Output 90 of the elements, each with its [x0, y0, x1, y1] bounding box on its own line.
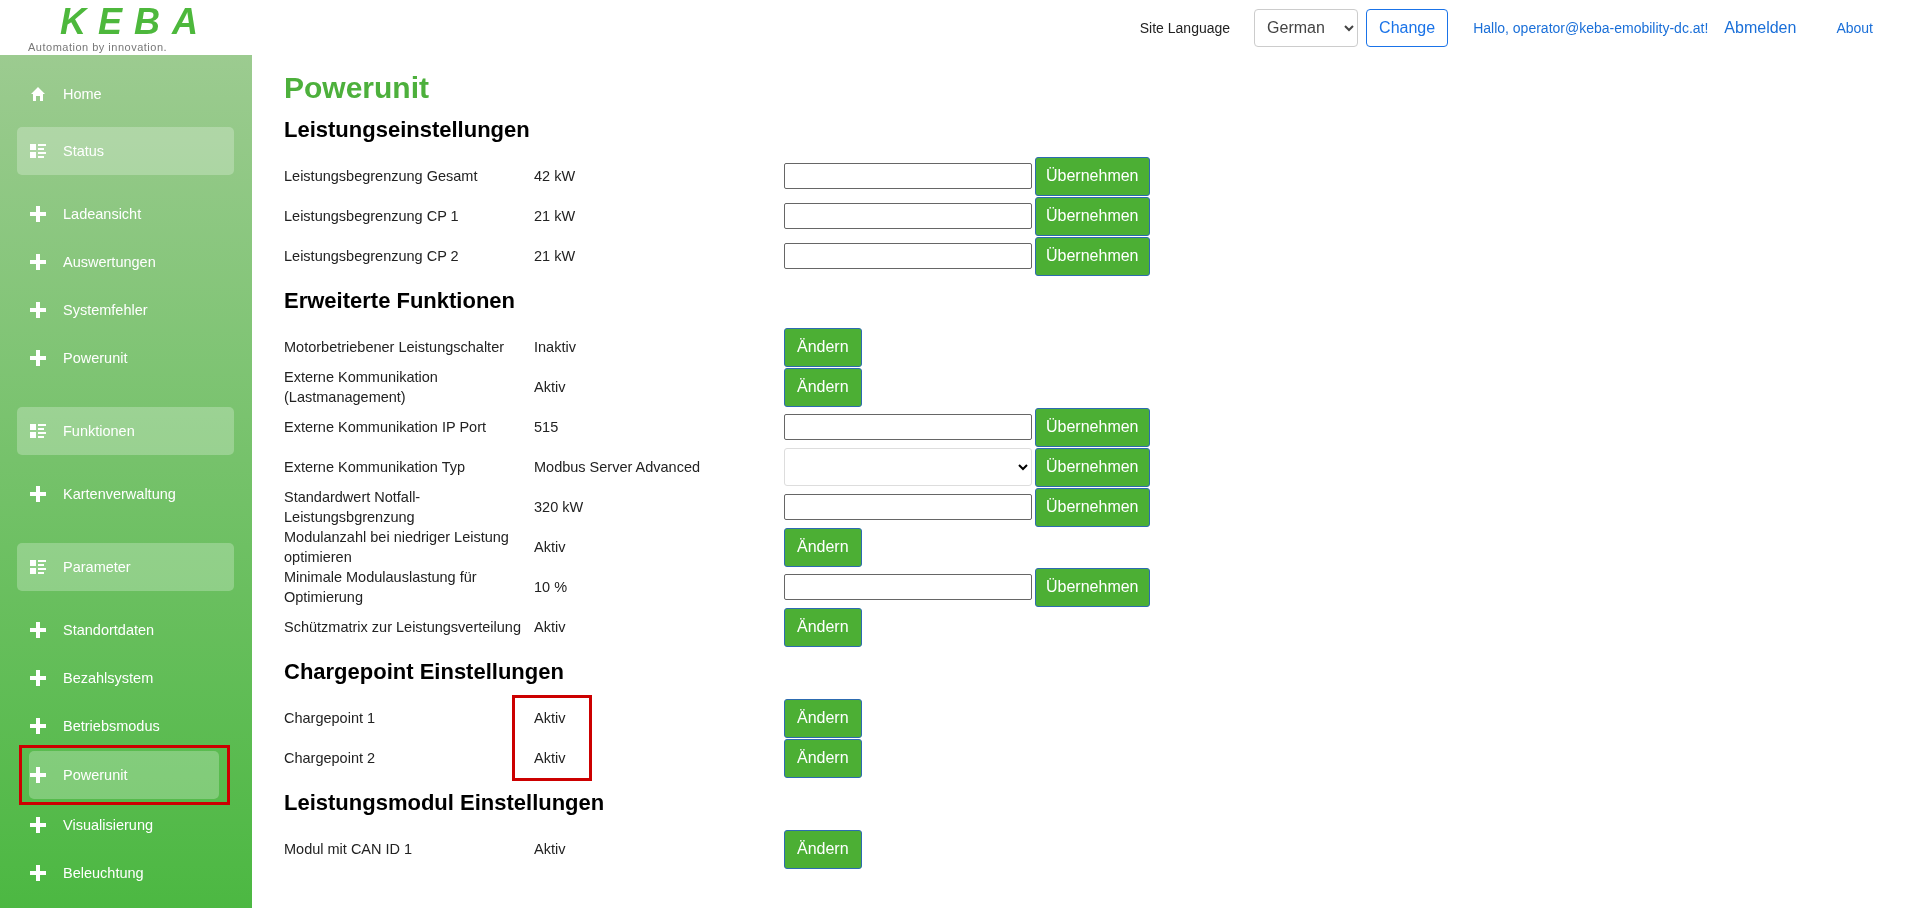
sidebar-item[interactable]: Powerunit: [22, 343, 227, 373]
sidebar-item[interactable]: Status: [17, 127, 234, 175]
plus-icon: [30, 767, 46, 783]
sidebar-item[interactable]: Beleuchtung: [22, 858, 227, 888]
apply-button[interactable]: Übernehmen: [1035, 447, 1150, 487]
plus-icon: [30, 350, 46, 366]
setting-value: 515: [534, 418, 560, 437]
change-button[interactable]: Change: [1366, 8, 1449, 47]
setting-value: Aktiv: [534, 538, 567, 557]
setting-value: 21 kW: [534, 247, 577, 266]
language-select[interactable]: German: [1254, 8, 1359, 47]
setting-value: 21 kW: [534, 207, 577, 226]
apply-button[interactable]: Übernehmen: [1035, 487, 1150, 527]
list-icon: [30, 559, 46, 575]
plus-icon: [30, 817, 46, 833]
change-button[interactable]: Ändern: [784, 738, 862, 778]
sidebar-item[interactable]: Standortdaten: [22, 615, 227, 645]
plus-icon: [30, 718, 46, 734]
greeting-link[interactable]: Hallo, operator@keba-emobility-dc.at!: [1473, 19, 1709, 36]
sidebar-item[interactable]: Visualisierung: [22, 810, 227, 840]
input-field[interactable]: [784, 163, 1032, 189]
plus-icon: [30, 254, 46, 270]
apply-button[interactable]: Übernehmen: [1035, 407, 1150, 447]
setting-label: Motorbetriebener Leistungschalter: [284, 338, 506, 357]
sidebar-item[interactable]: Auswertungen: [22, 247, 227, 277]
change-button[interactable]: Ändern: [784, 698, 862, 738]
sidebar-item[interactable]: Systemfehler: [22, 295, 227, 325]
setting-label: Schützmatrix zur Leistungsverteilung: [284, 618, 522, 637]
apply-button[interactable]: Übernehmen: [1035, 236, 1150, 276]
setting-value: 320 kW: [534, 498, 585, 517]
setting-label: Externe Kommunikation (Lastmanagement): [284, 368, 439, 407]
list-icon: [30, 143, 46, 159]
apply-button[interactable]: Übernehmen: [1035, 156, 1150, 196]
input-field[interactable]: [784, 574, 1032, 600]
change-button[interactable]: Ändern: [784, 527, 862, 567]
input-field[interactable]: [784, 414, 1032, 440]
setting-label: Leistungsbegrenzung CP 1: [284, 207, 460, 226]
apply-button[interactable]: Übernehmen: [1035, 567, 1150, 607]
section-heading: Chargepoint Einstellungen: [284, 659, 565, 685]
plus-icon: [30, 670, 46, 686]
setting-label: Chargepoint 2: [284, 749, 377, 768]
plus-icon: [30, 865, 46, 881]
plus-icon: [30, 486, 46, 502]
section-heading: Leistungsmodul Einstellungen: [284, 790, 606, 816]
logout-link[interactable]: Abmelden: [1724, 18, 1797, 37]
sidebar-item[interactable]: Funktionen: [17, 407, 234, 455]
change-button[interactable]: Ändern: [784, 607, 862, 647]
input-field[interactable]: [784, 243, 1032, 269]
sidebar-item[interactable]: Powerunit: [29, 751, 219, 799]
setting-value: 42 kW: [534, 167, 577, 186]
input-field[interactable]: [784, 494, 1032, 520]
setting-value: Modbus Server Advanced: [534, 458, 702, 477]
about-link[interactable]: About: [1836, 19, 1873, 36]
sidebar-item[interactable]: Bezahlsystem: [22, 663, 227, 693]
setting-label: Modul mit CAN ID 1: [284, 840, 414, 859]
setting-label: Chargepoint 1: [284, 709, 377, 728]
plus-icon: [30, 206, 46, 222]
section-heading: Leistungseinstellungen: [284, 117, 531, 143]
setting-label: Externe Kommunikation Typ: [284, 458, 467, 477]
setting-label: Modulanzahl bei niedriger Leistung optimieren: [284, 528, 510, 567]
setting-value: Aktiv: [534, 749, 567, 768]
change-button[interactable]: Ändern: [784, 327, 862, 367]
sidebar-item[interactable]: Ladeansicht: [22, 199, 227, 229]
change-button[interactable]: Ändern: [784, 367, 862, 407]
setting-value: 10 %: [534, 578, 569, 597]
setting-label: Standardwert Notfall-Leistungsbgrenzung: [284, 488, 422, 527]
setting-label: Externe Kommunikation IP Port: [284, 418, 488, 437]
sidebar-item[interactable]: Kartenverwaltung: [22, 479, 227, 509]
setting-value: Inaktiv: [534, 338, 577, 357]
sidebar-item[interactable]: Parameter: [17, 543, 234, 591]
keba-logo: KEBA Automation by innovation.: [28, 2, 210, 53]
page-title: Powerunit: [284, 71, 430, 105]
setting-value: Aktiv: [534, 709, 567, 728]
plus-icon: [30, 302, 46, 318]
list-icon: [30, 423, 46, 439]
setting-label: Minimale Modulauslastung für Optimierung: [284, 568, 478, 607]
setting-label: Leistungsbegrenzung CP 2: [284, 247, 460, 266]
setting-value: Aktiv: [534, 618, 567, 637]
apply-button[interactable]: Übernehmen: [1035, 196, 1150, 236]
home-icon: [30, 86, 46, 102]
setting-label: Leistungsbegrenzung Gesamt: [284, 167, 479, 186]
change-button[interactable]: Ändern: [784, 829, 862, 869]
sidebar-item[interactable]: Home: [22, 79, 227, 109]
sidebar-item[interactable]: Betriebsmodus: [22, 711, 227, 741]
section-heading: Erweiterte Funktionen: [284, 288, 517, 314]
setting-value: Aktiv: [534, 840, 567, 859]
plus-icon: [30, 622, 46, 638]
setting-value: Aktiv: [534, 378, 567, 397]
site-language-label: Site Language: [1139, 19, 1231, 36]
input-field[interactable]: [784, 203, 1032, 229]
